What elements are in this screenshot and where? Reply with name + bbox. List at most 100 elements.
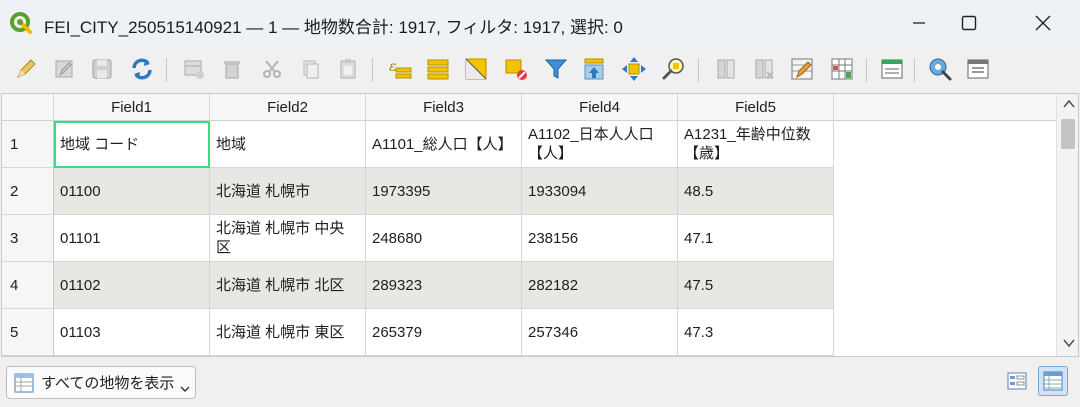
- table-cell[interactable]: 地域: [210, 121, 366, 168]
- form-view-icon: [967, 59, 989, 79]
- filter-button[interactable]: [542, 55, 570, 83]
- table-cell[interactable]: A1102_日本人人口【人】: [522, 121, 678, 168]
- table-cell[interactable]: 01101: [54, 215, 210, 262]
- table-cell[interactable]: A1231_年齢中位数【歳】: [678, 121, 834, 168]
- table-cell[interactable]: 248680: [366, 215, 522, 262]
- empty-table-area: [834, 121, 1056, 356]
- save-edits-button[interactable]: [88, 55, 116, 83]
- scrollbar-thumb[interactable]: [1061, 119, 1075, 149]
- row-header[interactable]: 5: [2, 309, 54, 356]
- zoom-to-selection-button[interactable]: [660, 55, 688, 83]
- toolbar: ε: [0, 46, 1080, 92]
- scroll-up-icon[interactable]: [1063, 99, 1075, 109]
- row-header[interactable]: 1: [2, 121, 54, 168]
- window-title: FEI_CITY_250515140921 — 1 — 地物数合計: 1917,…: [44, 18, 623, 37]
- table-cell[interactable]: 48.5: [678, 168, 834, 215]
- column-header-field3[interactable]: Field3: [366, 94, 522, 121]
- select-by-expression-button[interactable]: ε: [386, 55, 414, 83]
- form-view-icon: [1007, 372, 1027, 390]
- table-view-button[interactable]: [1038, 366, 1068, 396]
- row-header[interactable]: 4: [2, 262, 54, 309]
- row-header[interactable]: 3: [2, 215, 54, 262]
- reload-button[interactable]: [128, 55, 156, 83]
- column-header-field2[interactable]: Field2: [210, 94, 366, 121]
- select-all-button[interactable]: [424, 55, 452, 83]
- title-bar: FEI_CITY_250515140921 — 1 — 地物数合計: 1917,…: [0, 0, 1080, 46]
- paste-button[interactable]: [334, 55, 362, 83]
- toolbar-separator: [166, 58, 167, 82]
- table-cell[interactable]: 01103: [54, 309, 210, 356]
- feature-filter-dropdown[interactable]: すべての地物を表示: [6, 366, 196, 399]
- attribute-table-window: FEI_CITY_250515140921 — 1 — 地物数合計: 1917,…: [0, 0, 1080, 407]
- toggle-editing-button[interactable]: [12, 55, 40, 83]
- pan-to-selection-icon: [622, 57, 646, 81]
- table-cell[interactable]: 北海道 札幌市 東区: [210, 309, 366, 356]
- table-cell[interactable]: 北海道 札幌市 中央区: [210, 215, 366, 262]
- attribute-table: Field1 Field2 Field3 Field4 Field5 1 地域 …: [1, 93, 1079, 357]
- delete-feature-button[interactable]: [218, 55, 246, 83]
- toolbar-separator: [914, 58, 915, 82]
- row-header[interactable]: 2: [2, 168, 54, 215]
- copy-button[interactable]: [296, 55, 324, 83]
- table-cell[interactable]: 1933094: [522, 168, 678, 215]
- multi-edit-icon: [55, 60, 73, 78]
- table-cell[interactable]: 265379: [366, 309, 522, 356]
- delete-field-button[interactable]: [750, 55, 778, 83]
- paste-icon: [340, 59, 356, 79]
- new-field-button[interactable]: [712, 55, 740, 83]
- toolbar-separator: [698, 58, 699, 82]
- pencil-edit-icon: [17, 59, 36, 78]
- table-cell[interactable]: 238156: [522, 215, 678, 262]
- cut-button[interactable]: [258, 55, 286, 83]
- dock-table-icon: [881, 59, 903, 79]
- copy-icon: [303, 60, 319, 79]
- table-cell[interactable]: 地域 コード: [54, 121, 210, 168]
- form-view-toolbar-button[interactable]: [964, 55, 992, 83]
- add-feature-button[interactable]: [180, 55, 208, 83]
- column-header-empty: [834, 94, 1056, 121]
- table-cell[interactable]: 北海道 札幌市: [210, 168, 366, 215]
- move-selection-top-button[interactable]: [580, 55, 608, 83]
- table-cell[interactable]: 47.1: [678, 215, 834, 262]
- table-cell[interactable]: 北海道 札幌市 北区: [210, 262, 366, 309]
- multi-edit-button[interactable]: [50, 55, 78, 83]
- table-cell[interactable]: 257346: [522, 309, 678, 356]
- reload-icon: [132, 58, 152, 80]
- dock-table-button[interactable]: [878, 55, 906, 83]
- scroll-down-icon[interactable]: [1063, 338, 1075, 348]
- invert-selection-icon: [465, 58, 487, 80]
- field-calculator-button[interactable]: [788, 55, 816, 83]
- table-view-icon: [1043, 371, 1063, 391]
- table-cell[interactable]: A1101_総人口【人】: [366, 121, 522, 168]
- filter-icon: [544, 59, 568, 79]
- deselect-all-button[interactable]: [502, 55, 530, 83]
- vertical-scrollbar[interactable]: [1056, 94, 1078, 356]
- conditional-format-icon: [831, 58, 853, 80]
- maximize-button[interactable]: [946, 0, 992, 46]
- select-all-icon: [427, 59, 449, 80]
- table-cell[interactable]: 289323: [366, 262, 522, 309]
- corner-header[interactable]: [2, 94, 54, 121]
- table-cell[interactable]: 282182: [522, 262, 678, 309]
- actions-button[interactable]: [926, 55, 954, 83]
- deselect-all-icon: [505, 59, 527, 80]
- column-header-field4[interactable]: Field4: [522, 94, 678, 121]
- add-feature-icon: [184, 60, 204, 79]
- new-field-icon: [717, 59, 735, 79]
- minimize-button[interactable]: [896, 0, 942, 46]
- column-header-field5[interactable]: Field5: [678, 94, 834, 121]
- close-button[interactable]: [1020, 0, 1066, 46]
- table-cell[interactable]: 47.5: [678, 262, 834, 309]
- close-icon: [1035, 15, 1051, 31]
- filter-label: すべての地物を表示: [41, 375, 175, 392]
- conditional-format-button[interactable]: [828, 55, 856, 83]
- form-view-button[interactable]: [1004, 368, 1030, 394]
- table-cell[interactable]: 1973395: [366, 168, 522, 215]
- table-cell[interactable]: 47.3: [678, 309, 834, 356]
- column-header-field1[interactable]: Field1: [54, 94, 210, 121]
- select-by-expression-icon: ε: [389, 59, 412, 79]
- invert-selection-button[interactable]: [462, 55, 490, 83]
- table-cell[interactable]: 01100: [54, 168, 210, 215]
- table-cell[interactable]: 01102: [54, 262, 210, 309]
- pan-to-selection-button[interactable]: [620, 55, 648, 83]
